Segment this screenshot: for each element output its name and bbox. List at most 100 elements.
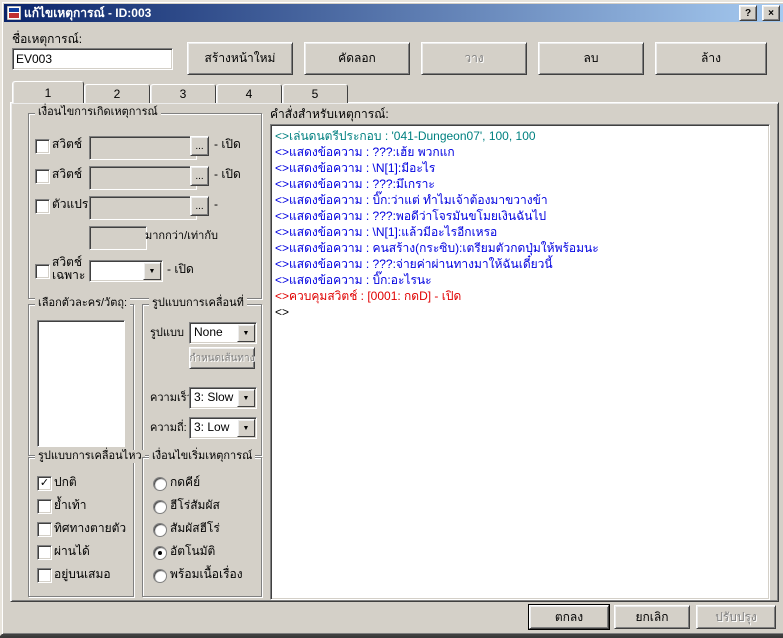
trigger-touch-hero-radio[interactable] bbox=[153, 523, 167, 537]
command-line[interactable]: <>แสดงข้อความ : ???:พอดีว่าโจรมันขโมยเงิ… bbox=[275, 208, 765, 224]
switch2-value-field[interactable] bbox=[89, 166, 197, 190]
option-through-checkbox[interactable] bbox=[37, 545, 52, 560]
variable-checkbox[interactable] bbox=[35, 199, 50, 214]
dropdown-arrow-button[interactable]: ▼ bbox=[143, 262, 161, 280]
trigger-key-radio[interactable] bbox=[153, 477, 167, 491]
command-line[interactable]: <>แสดงข้อความ : บิ๊ก:อะไรนะ bbox=[275, 272, 765, 288]
tab-5[interactable]: 5 bbox=[282, 84, 348, 103]
option-label: อยู่บนเสมอ bbox=[54, 567, 111, 581]
ellipsis-icon: ... bbox=[195, 140, 204, 152]
dropdown-arrow-icon: ▼ bbox=[148, 267, 156, 275]
tab-label: 5 bbox=[311, 87, 319, 101]
paste-button[interactable]: วาง bbox=[421, 42, 527, 75]
compare-value-spinner[interactable] bbox=[89, 226, 147, 250]
apply-button[interactable]: ปรับปรุง bbox=[696, 605, 776, 629]
tab-1[interactable]: 1 bbox=[12, 81, 84, 103]
trigger-label: กดคีย์ bbox=[170, 475, 201, 489]
option-label: ปกติ bbox=[54, 475, 77, 489]
trigger-label: สัมผัสฮีโร่ bbox=[170, 521, 220, 535]
cancel-button[interactable]: ยกเลิก bbox=[614, 605, 690, 629]
event-editor-dialog: แก้ไขเหตุการณ์ - ID:003 ? × ชื่อเหตุการณ… bbox=[0, 0, 783, 636]
dropdown-arrow-icon: ▼ bbox=[242, 424, 250, 432]
option-fixed-direction-checkbox[interactable] bbox=[37, 522, 52, 537]
trigger-label: อัตโนมัติ bbox=[170, 544, 216, 558]
switch2-label: สวิตช์ bbox=[52, 167, 82, 181]
option-normal-checkbox[interactable]: ✓ bbox=[37, 476, 52, 491]
variable-browse-button[interactable]: ... bbox=[190, 196, 209, 216]
variable-suffix: - bbox=[214, 197, 218, 211]
movement-speed-dropdown[interactable]: 3: Slow ▼ bbox=[189, 387, 257, 409]
event-name-label: ชื่อเหตุการณ์: bbox=[12, 32, 83, 46]
close-button[interactable]: × bbox=[762, 5, 780, 21]
tab-label: 2 bbox=[113, 87, 121, 101]
command-line[interactable]: <>แสดงข้อความ : \N[1]:มีอะไร bbox=[275, 160, 765, 176]
self-switch-suffix: - เปิด bbox=[167, 262, 194, 276]
trigger-hero-touch-radio[interactable] bbox=[153, 500, 167, 514]
option-step-checkbox[interactable] bbox=[37, 499, 52, 514]
movement-type-dropdown[interactable]: None ▼ bbox=[189, 322, 257, 344]
route-button[interactable]: กำหนดเส้นทาง bbox=[189, 347, 255, 369]
option-always-on-top-checkbox[interactable] bbox=[37, 568, 52, 583]
command-line[interactable]: <>แสดงข้อความ : ???:จ่ายค่าผ่านทางมาให้ฉ… bbox=[275, 256, 765, 272]
switch2-suffix: - เปิด bbox=[214, 167, 241, 181]
graphic-group-title: เลือกตัวละคร/วัตถุ: bbox=[35, 297, 131, 310]
movement-type-value: None bbox=[194, 325, 223, 339]
trigger-parallel-radio[interactable] bbox=[153, 569, 167, 583]
self-switch-label: สวิตช์ เฉพาะ bbox=[52, 255, 86, 282]
command-line[interactable]: <>แสดงข้อความ : คนสร้าง(กระซิบ):เตรียมตั… bbox=[275, 240, 765, 256]
command-line[interactable]: <>แสดงข้อความ : \N[1]:แล้วมีอะไรอีกเหรอ bbox=[275, 224, 765, 240]
command-line[interactable]: <>เล่นดนตรีประกอบ : '041-Dungeon07', 100… bbox=[275, 128, 765, 144]
tab-4[interactable]: 4 bbox=[216, 84, 282, 103]
movement-frequency-dropdown[interactable]: 3: Low ▼ bbox=[189, 417, 257, 439]
close-icon: × bbox=[768, 7, 774, 19]
trigger-label: ฮีโร่สัมผัส bbox=[170, 498, 220, 512]
compare-label: มากกว่า/เท่ากับ bbox=[145, 230, 218, 242]
options-group: รูปแบบการเคลื่อนไหว ✓ ปกติ ย้ำเท้า ทิศทา… bbox=[28, 450, 145, 597]
app-icon[interactable] bbox=[7, 6, 21, 20]
variable-value-field[interactable] bbox=[89, 196, 197, 220]
command-line[interactable]: <>แสดงข้อความ : ???:เฮ้ย พวกแก bbox=[275, 144, 765, 160]
window-title: แก้ไขเหตุการณ์ - ID:003 bbox=[24, 6, 152, 20]
switch1-value-field[interactable] bbox=[89, 136, 197, 160]
conditions-group: เงื่อนไขการเกิดเหตุการณ์ สวิตช์ ... - เป… bbox=[28, 106, 262, 299]
ok-button[interactable]: ตกลง bbox=[528, 604, 610, 630]
self-switch-dropdown[interactable]: ▼ bbox=[89, 260, 163, 282]
tab-label: 3 bbox=[179, 87, 187, 101]
trigger-autorun-radio[interactable] bbox=[153, 546, 167, 560]
self-switch-checkbox[interactable] bbox=[35, 264, 50, 279]
check-icon: ✓ bbox=[39, 477, 50, 489]
graphic-group: เลือกตัวละคร/วัตถุ: bbox=[28, 297, 134, 456]
command-line[interactable]: <>แสดงข้อความ : ???:มึเกราะ bbox=[275, 176, 765, 192]
movement-group: รูปแบบการเคลื่อนที่ รูปแบบ None ▼ กำหนดเ… bbox=[142, 297, 262, 456]
switch2-checkbox[interactable] bbox=[35, 169, 50, 184]
commands-list[interactable]: <>เล่นดนตรีประกอบ : '041-Dungeon07', 100… bbox=[270, 124, 770, 600]
option-label: ย้ำเท้า bbox=[54, 498, 87, 512]
switch1-suffix: - เปิด bbox=[214, 137, 241, 151]
movement-frequency-label: ความถี่: bbox=[150, 422, 187, 434]
copy-button[interactable]: คัดลอก bbox=[304, 42, 410, 75]
tab-2[interactable]: 2 bbox=[84, 84, 150, 103]
graphic-selector[interactable] bbox=[37, 320, 125, 447]
command-line[interactable]: <>ควบคุมสวิตช์ : [0001: กดD] - เปิด bbox=[275, 288, 765, 304]
conditions-group-title: เงื่อนไขการเกิดเหตุการณ์ bbox=[35, 106, 161, 119]
command-line[interactable]: <> bbox=[275, 304, 765, 320]
clear-button[interactable]: ล้าง bbox=[655, 42, 767, 75]
title-bar[interactable]: แก้ไขเหตุการณ์ - ID:003 ? × bbox=[4, 4, 783, 22]
dropdown-arrow-button[interactable]: ▼ bbox=[237, 419, 255, 437]
help-icon: ? bbox=[744, 7, 752, 19]
delete-button[interactable]: ลบ bbox=[538, 42, 644, 75]
event-name-input[interactable] bbox=[12, 48, 173, 70]
help-button[interactable]: ? bbox=[739, 5, 757, 21]
tab-bar: 1 2 3 4 5 bbox=[12, 81, 348, 103]
trigger-group-title: เงื่อนไขเริ่มเหตุการณ์ bbox=[149, 450, 256, 463]
variable-label: ตัวแปร bbox=[52, 197, 89, 211]
ellipsis-icon: ... bbox=[195, 170, 204, 182]
dropdown-arrow-button[interactable]: ▼ bbox=[237, 324, 255, 342]
new-page-button[interactable]: สร้างหน้าใหม่ bbox=[187, 42, 293, 75]
tab-3[interactable]: 3 bbox=[150, 84, 216, 103]
switch1-checkbox[interactable] bbox=[35, 139, 50, 154]
dropdown-arrow-button[interactable]: ▼ bbox=[237, 389, 255, 407]
switch1-browse-button[interactable]: ... bbox=[190, 136, 209, 156]
command-line[interactable]: <>แสดงข้อความ : บิ๊ก:ว่าแต่ ทำไมเจ้าต้อง… bbox=[275, 192, 765, 208]
switch2-browse-button[interactable]: ... bbox=[190, 166, 209, 186]
